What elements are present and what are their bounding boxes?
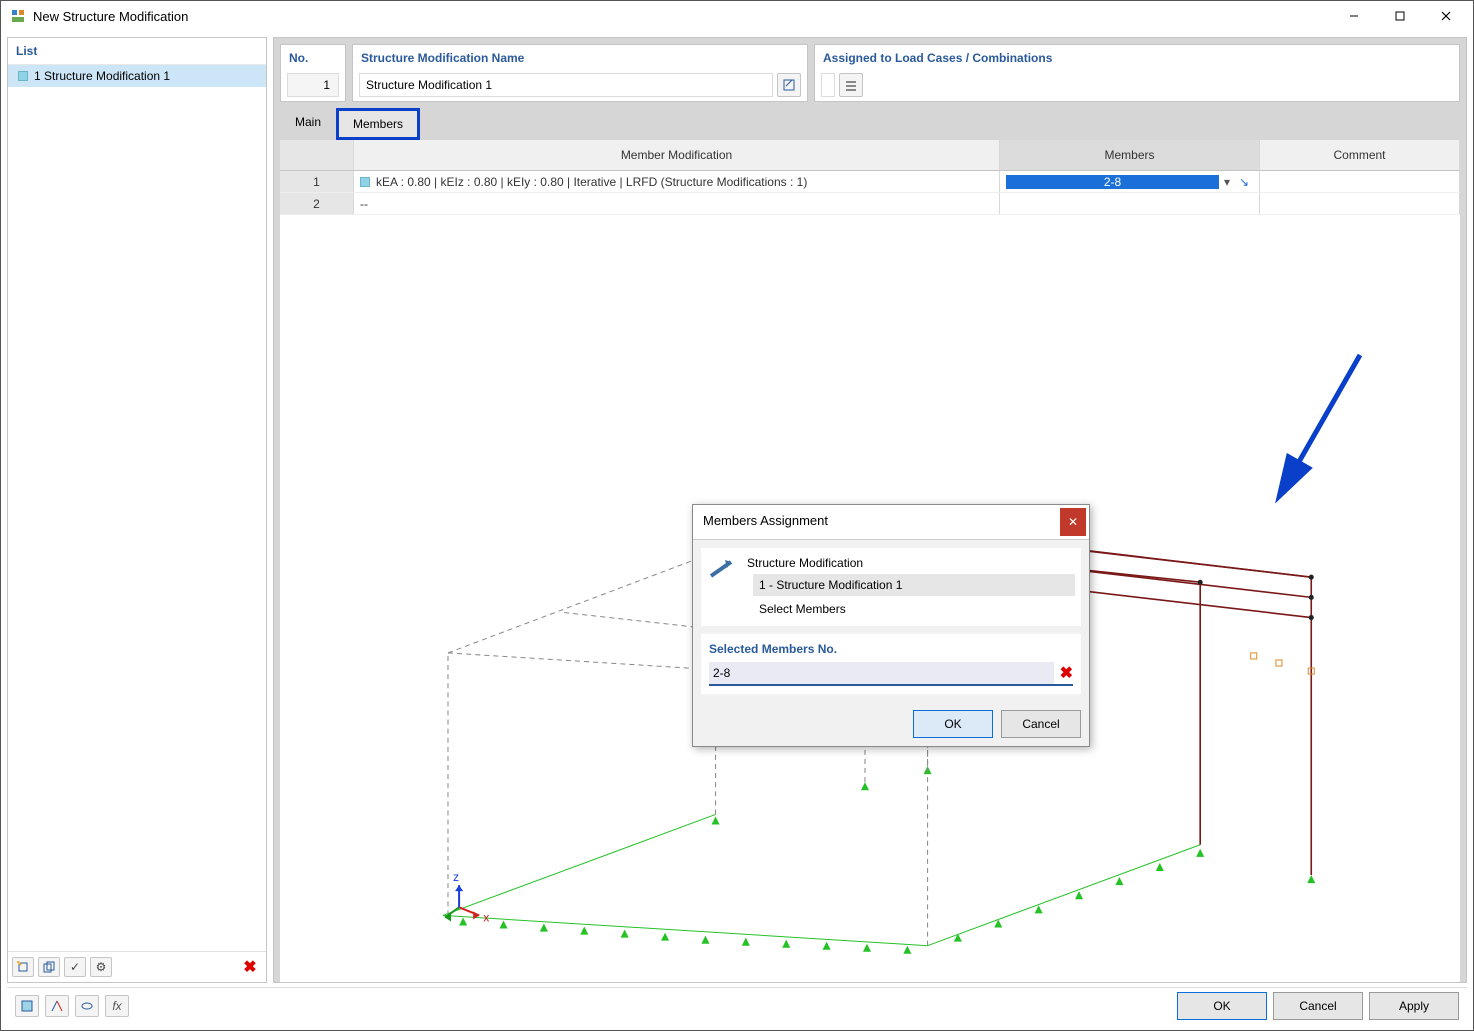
titlebar: New Structure Modification bbox=[1, 1, 1473, 31]
row-members-value: 2-8 bbox=[1006, 175, 1219, 189]
row-modification: kEA : 0.80 | kEIz : 0.80 | kEIy : 0.80 |… bbox=[354, 171, 1000, 192]
grid-header-num bbox=[280, 140, 354, 170]
no-value: 1 bbox=[287, 73, 339, 97]
tabs: Main Members bbox=[274, 108, 1466, 140]
name-label: Structure Modification Name bbox=[359, 49, 801, 69]
selected-members-input[interactable] bbox=[709, 662, 1054, 684]
chevron-down-icon[interactable]: ▾ bbox=[1219, 175, 1235, 189]
assign-block: Assigned to Load Cases / Combinations bbox=[814, 44, 1460, 102]
no-label: No. bbox=[287, 49, 339, 69]
row-num: 2 bbox=[280, 193, 354, 214]
no-block: No. 1 bbox=[280, 44, 346, 102]
grid-header-members: Members bbox=[1000, 140, 1260, 170]
list-panel: List 1 Structure Modification 1 ✓ ⚙ ✖ bbox=[7, 37, 267, 983]
row-members-cell[interactable] bbox=[1000, 193, 1260, 214]
table-row[interactable]: 1 kEA : 0.80 | kEIz : 0.80 | kEIy : 0.80… bbox=[280, 171, 1460, 193]
annotation-arrow bbox=[1260, 345, 1380, 518]
list-item-label: 1 Structure Modification 1 bbox=[34, 69, 170, 83]
view-mode-1-icon[interactable] bbox=[15, 995, 39, 1017]
name-input[interactable]: Structure Modification 1 bbox=[359, 73, 773, 97]
view-mode-3-icon[interactable] bbox=[75, 995, 99, 1017]
tab-main[interactable]: Main bbox=[280, 108, 336, 140]
axis-x-label: x bbox=[483, 910, 489, 924]
row-members-cell[interactable]: 2-8 ▾ ↘ bbox=[1000, 171, 1260, 192]
clear-selection-icon[interactable]: ✖ bbox=[1060, 663, 1073, 683]
app-icon bbox=[9, 7, 27, 25]
row-comment[interactable] bbox=[1260, 171, 1460, 192]
close-button[interactable] bbox=[1423, 1, 1469, 31]
grid-header-comment: Comment bbox=[1260, 140, 1460, 170]
settings-icon[interactable]: ⚙ bbox=[90, 957, 112, 977]
tab-members[interactable]: Members bbox=[336, 108, 420, 140]
copy-icon[interactable] bbox=[38, 957, 60, 977]
list-header: List bbox=[8, 38, 266, 65]
list-item[interactable]: 1 Structure Modification 1 bbox=[8, 65, 266, 87]
apply-button[interactable]: Apply bbox=[1369, 992, 1459, 1020]
new-icon[interactable] bbox=[12, 957, 34, 977]
tree-root[interactable]: Structure Modification bbox=[743, 554, 1075, 572]
pick-members-icon[interactable]: ↘ bbox=[1235, 175, 1253, 189]
right-panel: No. 1 Structure Modification Name Struct… bbox=[273, 37, 1467, 983]
function-icon[interactable]: fx bbox=[105, 995, 129, 1017]
axis-z-label: z bbox=[453, 870, 459, 884]
dialog-cancel-button[interactable]: Cancel bbox=[1001, 710, 1081, 738]
name-block: Structure Modification Name Structure Mo… bbox=[352, 44, 808, 102]
check-icon[interactable]: ✓ bbox=[64, 957, 86, 977]
tree-item[interactable]: 1 - Structure Modification 1 bbox=[753, 574, 1075, 596]
row-num: 1 bbox=[280, 171, 354, 192]
grid-header-modification: Member Modification bbox=[354, 140, 1000, 170]
selected-members-label: Selected Members No. bbox=[709, 642, 1073, 656]
dialog-title: Members Assignment bbox=[693, 505, 1060, 539]
assign-list-icon[interactable] bbox=[839, 73, 863, 97]
row-comment[interactable] bbox=[1260, 193, 1460, 214]
structure-icon bbox=[707, 554, 735, 582]
edit-name-icon[interactable] bbox=[777, 73, 801, 97]
list-toolbar: ✓ ⚙ ✖ bbox=[8, 951, 266, 982]
view-mode-2-icon[interactable] bbox=[45, 995, 69, 1017]
row-modification-text: kEA : 0.80 | kEIz : 0.80 | kEIy : 0.80 |… bbox=[376, 175, 807, 189]
dialog-ok-button[interactable]: OK bbox=[913, 710, 993, 738]
assign-input[interactable] bbox=[821, 73, 835, 97]
cancel-button[interactable]: Cancel bbox=[1273, 992, 1363, 1020]
assign-label: Assigned to Load Cases / Combinations bbox=[821, 49, 1453, 69]
list-swatch-icon bbox=[18, 71, 28, 81]
minimize-button[interactable] bbox=[1331, 1, 1377, 31]
ok-button[interactable]: OK bbox=[1177, 992, 1267, 1020]
dialog-close-icon[interactable]: ✕ bbox=[1060, 508, 1086, 536]
delete-icon[interactable]: ✖ bbox=[238, 956, 262, 978]
footer: fx OK Cancel Apply bbox=[7, 987, 1467, 1024]
table-row[interactable]: 2 -- bbox=[280, 193, 1460, 215]
tree-select-members[interactable]: Select Members bbox=[753, 598, 1075, 620]
window-title: New Structure Modification bbox=[33, 9, 1331, 24]
row-modification-text: -- bbox=[354, 193, 1000, 214]
maximize-button[interactable] bbox=[1377, 1, 1423, 31]
members-assignment-dialog: Members Assignment ✕ Structure Modificat… bbox=[692, 504, 1090, 747]
grid: Member Modification Members Comment 1 kE… bbox=[280, 140, 1460, 982]
modification-swatch-icon bbox=[360, 177, 370, 187]
